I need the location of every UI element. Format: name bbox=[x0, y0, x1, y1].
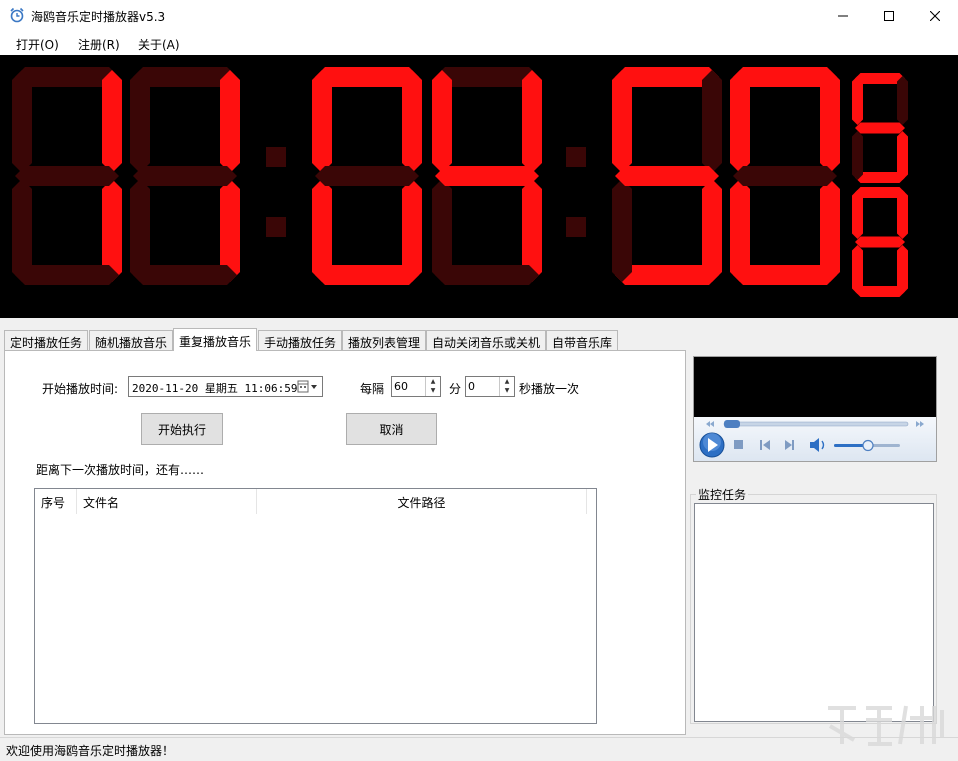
monitor-list[interactable] bbox=[694, 503, 934, 722]
seek-bar[interactable] bbox=[724, 420, 908, 428]
minute-digit-2-seg-f bbox=[432, 70, 452, 173]
colon-1-dot-0 bbox=[266, 147, 286, 167]
minutes-up-icon[interactable]: ▲ bbox=[426, 377, 440, 386]
minimize-icon bbox=[838, 11, 848, 21]
menu-open[interactable]: 打开(O) bbox=[16, 36, 59, 53]
minimize-button[interactable] bbox=[820, 0, 866, 31]
hundredth-digit-2-seg-f bbox=[852, 190, 863, 239]
app-window: 海鸥音乐定时播放器v5.3 打开(O) 注册(R) 关于(A) 定时播放任务 随… bbox=[0, 0, 958, 761]
second-digit-1-seg-f bbox=[612, 70, 632, 173]
hundredth-digit-2-seg-g bbox=[855, 237, 905, 248]
minute-digit-1-seg-g bbox=[315, 166, 419, 186]
volume-slider[interactable] bbox=[834, 441, 900, 451]
hundredth-digit-1-seg-g bbox=[855, 123, 905, 134]
minutes-stepper[interactable]: 60 ▲ ▼ bbox=[391, 376, 441, 397]
second-digit-2-seg-e bbox=[730, 179, 750, 282]
tab-auto-shutdown[interactable]: 自动关闭音乐或关机 bbox=[426, 330, 546, 350]
maximize-button[interactable] bbox=[866, 0, 912, 31]
start-time-value: 2020-11-20 星期五 11:06:59 bbox=[132, 382, 297, 395]
column-filename[interactable]: 文件名 bbox=[77, 489, 257, 514]
menu-bar: 打开(O) 注册(R) 关于(A) bbox=[0, 31, 958, 55]
hundredth-digit-2-seg-e bbox=[852, 245, 863, 294]
hour-digit-2-seg-b bbox=[220, 70, 240, 173]
menu-about[interactable]: 关于(A) bbox=[138, 36, 180, 53]
digital-clock bbox=[0, 55, 958, 318]
second-digit-2-seg-g bbox=[733, 166, 837, 186]
second-digit-2-seg-b bbox=[820, 70, 840, 173]
start-time-label: 开始播放时间: bbox=[42, 380, 118, 397]
file-list[interactable]: 序号 文件名 文件路径 bbox=[34, 488, 597, 724]
watermark-logo bbox=[822, 700, 952, 750]
minutes-unit: 分 bbox=[449, 380, 461, 397]
second-digit-1-seg-g bbox=[615, 166, 719, 186]
cancel-button[interactable]: 取消 bbox=[346, 413, 437, 445]
alarm-clock-icon bbox=[9, 7, 25, 23]
hour-digit-2-seg-e bbox=[130, 179, 150, 282]
hour-digit-2-seg-f bbox=[130, 70, 150, 173]
colon-2-dot-0 bbox=[566, 147, 586, 167]
stop-icon[interactable] bbox=[734, 440, 743, 449]
seconds-stepper[interactable]: 0 ▲ ▼ bbox=[465, 376, 515, 397]
column-index[interactable]: 序号 bbox=[35, 489, 77, 514]
colon-2-dot-1 bbox=[566, 217, 586, 237]
column-filepath[interactable]: 文件路径 bbox=[257, 489, 587, 514]
play-icon[interactable] bbox=[700, 433, 724, 457]
hundredth-digit-2-seg-b bbox=[897, 190, 908, 239]
volume-icon[interactable] bbox=[810, 438, 824, 452]
hundredth-digit-1-seg-f bbox=[852, 76, 863, 125]
minute-digit-2-seg-e bbox=[432, 179, 452, 282]
seek-back-icon[interactable] bbox=[706, 421, 714, 427]
minute-digit-2-seg-g bbox=[435, 166, 539, 186]
hour-digit-1-seg-f bbox=[12, 70, 32, 173]
minutes-value: 60 bbox=[394, 380, 408, 393]
second-digit-1-seg-e bbox=[612, 179, 632, 282]
title-bar: 海鸥音乐定时播放器v5.3 bbox=[0, 0, 958, 31]
hour-digit-1-seg-e bbox=[12, 179, 32, 282]
media-player bbox=[693, 356, 937, 462]
hundredth-digit-1-seg-e bbox=[852, 131, 863, 180]
menu-register[interactable]: 注册(R) bbox=[78, 36, 120, 53]
clock-display bbox=[0, 55, 958, 318]
minute-digit-1-seg-f bbox=[312, 70, 332, 173]
tab-playlist-manage[interactable]: 播放列表管理 bbox=[342, 330, 426, 350]
minute-digit-1-seg-e bbox=[312, 179, 332, 282]
monitor-title: 监控任务 bbox=[696, 486, 748, 503]
start-button[interactable]: 开始执行 bbox=[141, 413, 223, 445]
tab-repeat-play[interactable]: 重复播放音乐 bbox=[173, 328, 257, 351]
tab-manual-play[interactable]: 手动播放任务 bbox=[258, 330, 342, 350]
minute-digit-2-seg-b bbox=[522, 70, 542, 173]
window-title: 海鸥音乐定时播放器v5.3 bbox=[31, 8, 165, 25]
hour-digit-1-seg-b bbox=[102, 70, 122, 173]
status-text: 欢迎使用海鸥音乐定时播放器！ bbox=[6, 742, 174, 759]
hour-digit-2-seg-g bbox=[133, 166, 237, 186]
maximize-icon bbox=[884, 11, 894, 21]
tab-music-library[interactable]: 自带音乐库 bbox=[546, 330, 618, 350]
player-controls bbox=[694, 417, 936, 461]
previous-icon[interactable] bbox=[760, 440, 770, 450]
calendar-dropdown-icon[interactable] bbox=[296, 379, 320, 394]
start-time-picker[interactable]: 2020-11-20 星期五 11:06:59 bbox=[128, 376, 323, 397]
seconds-up-icon[interactable]: ▲ bbox=[500, 377, 514, 386]
seek-forward-icon[interactable] bbox=[916, 421, 924, 427]
minutes-down-icon[interactable]: ▼ bbox=[426, 386, 440, 395]
seconds-value: 0 bbox=[468, 380, 475, 393]
second-digit-1-seg-b bbox=[702, 70, 722, 173]
seconds-unit: 秒播放一次 bbox=[519, 380, 579, 397]
seconds-down-icon[interactable]: ▼ bbox=[500, 386, 514, 395]
tab-scheduled-play[interactable]: 定时播放任务 bbox=[4, 330, 88, 350]
close-icon bbox=[930, 11, 940, 21]
countdown-label: 距离下一次播放时间，还有…… bbox=[36, 461, 204, 478]
tab-random-play[interactable]: 随机播放音乐 bbox=[89, 330, 173, 350]
interval-label: 每隔 bbox=[360, 380, 384, 397]
hundredth-digit-1-seg-b bbox=[897, 76, 908, 125]
next-icon[interactable] bbox=[785, 440, 794, 450]
minute-digit-1-seg-b bbox=[402, 70, 422, 173]
hour-digit-1-seg-g bbox=[15, 166, 119, 186]
close-button[interactable] bbox=[912, 0, 958, 31]
colon-1-dot-1 bbox=[266, 217, 286, 237]
second-digit-2-seg-f bbox=[730, 70, 750, 173]
status-bar: 欢迎使用海鸥音乐定时播放器！ bbox=[0, 737, 958, 761]
